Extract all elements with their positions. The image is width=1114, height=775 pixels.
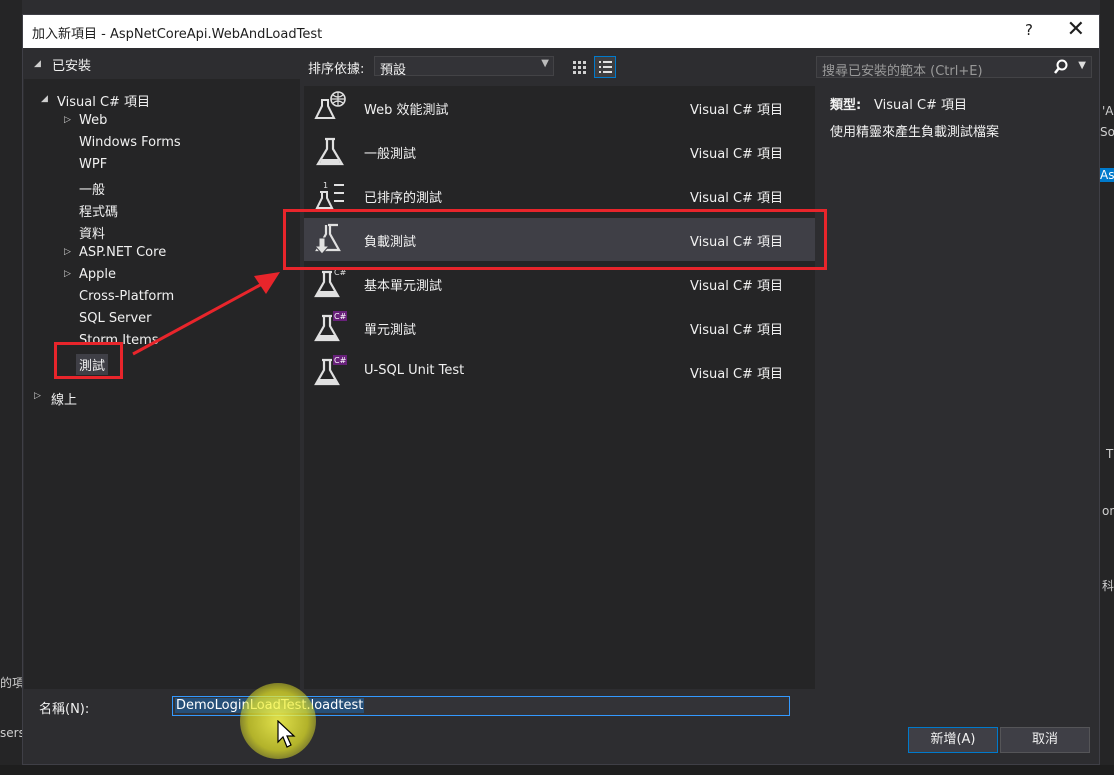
mouse-cursor-icon	[277, 720, 296, 748]
annotation-arrow-icon	[132, 272, 280, 356]
